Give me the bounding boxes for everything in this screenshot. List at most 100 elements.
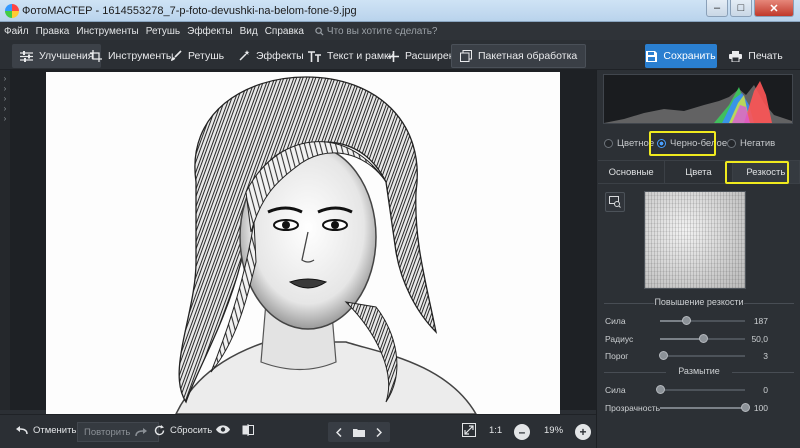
slider-fill bbox=[660, 407, 745, 409]
photo-preview bbox=[46, 72, 560, 414]
reset-icon bbox=[154, 425, 165, 436]
menu-tools[interactable]: Инструменты bbox=[76, 26, 138, 37]
fit-screen-icon bbox=[462, 423, 476, 437]
search-icon bbox=[315, 26, 324, 36]
slider-knob[interactable] bbox=[698, 334, 708, 343]
slider-label: Сила bbox=[605, 316, 626, 326]
slider-blur-opacity[interactable]: Прозрачность 100 bbox=[603, 401, 798, 415]
menu-help[interactable]: Справка bbox=[265, 26, 304, 37]
reset-label: Сбросить bbox=[170, 425, 213, 436]
print-button[interactable]: Печать bbox=[720, 44, 792, 68]
search-placeholder: Что вы хотите сделать? bbox=[326, 25, 438, 37]
window-controls: – □ ✕ bbox=[706, 0, 794, 17]
mode-color[interactable]: Цветное bbox=[604, 138, 654, 149]
divider bbox=[732, 372, 794, 373]
slider-label: Сила bbox=[605, 385, 626, 395]
compare-button[interactable] bbox=[242, 424, 259, 436]
compare-split-icon bbox=[242, 424, 254, 436]
save-button[interactable]: Сохранить bbox=[645, 44, 717, 68]
sharpen-title: Повышение резкости bbox=[654, 297, 744, 307]
brush-icon bbox=[171, 50, 182, 61]
slider-track[interactable] bbox=[660, 316, 745, 325]
zoom-in-button[interactable]: + bbox=[575, 424, 591, 440]
slider-knob[interactable] bbox=[658, 351, 668, 360]
blur-section-title: Размытие bbox=[600, 366, 798, 376]
eye-icon bbox=[216, 425, 230, 434]
slider-label: Прозрачность bbox=[605, 403, 661, 413]
chevron-left-icon bbox=[336, 427, 342, 437]
slider-track[interactable] bbox=[660, 403, 750, 412]
slider-track[interactable] bbox=[658, 351, 745, 360]
menu-edit[interactable]: Правка bbox=[36, 26, 70, 37]
printer-icon bbox=[729, 50, 743, 62]
floppy-disk-icon bbox=[646, 50, 658, 62]
radio-negative[interactable] bbox=[727, 139, 736, 148]
mode-negative[interactable]: Негатив bbox=[727, 138, 775, 149]
menu-view[interactable]: Вид bbox=[240, 26, 258, 37]
open-folder-button[interactable] bbox=[348, 422, 370, 442]
undo-button[interactable]: Отменить bbox=[16, 425, 76, 436]
sharpness-preview bbox=[644, 191, 746, 289]
menu-retouch[interactable]: Ретушь bbox=[146, 26, 180, 37]
slider-knob[interactable] bbox=[741, 403, 750, 412]
bottom-toolbar: Отменить Повторить Сбросить 1:1 – 19% + bbox=[0, 414, 596, 448]
slider-track[interactable] bbox=[660, 334, 745, 343]
magic-wand-icon bbox=[239, 50, 250, 61]
command-search[interactable]: Что вы хотите сделать? bbox=[315, 25, 438, 37]
slider-knob[interactable] bbox=[682, 316, 692, 325]
compare-toggle[interactable] bbox=[605, 192, 625, 212]
text-icon bbox=[308, 50, 321, 62]
slider-sharpen-threshold[interactable]: Порог 3 bbox=[603, 349, 798, 363]
menu-bar: Файл Правка Инструменты Ретушь Эффекты В… bbox=[0, 22, 800, 40]
undo-arrow-icon bbox=[16, 426, 28, 435]
next-image-button[interactable] bbox=[368, 422, 390, 442]
crop-icon bbox=[90, 50, 102, 62]
reset-button[interactable]: Сбросить bbox=[154, 425, 212, 436]
slider-knob[interactable] bbox=[656, 385, 665, 394]
radio-color[interactable] bbox=[604, 139, 613, 148]
slider-blur-strength[interactable]: Сила 0 bbox=[603, 383, 798, 397]
menu-effects[interactable]: Эффекты bbox=[187, 26, 232, 37]
slider-label: Порог bbox=[605, 351, 629, 361]
divider bbox=[744, 303, 794, 304]
app-logo-icon bbox=[5, 4, 19, 18]
sharpen-section-title: Повышение резкости bbox=[600, 297, 798, 307]
histogram bbox=[603, 74, 793, 124]
menu-file[interactable]: Файл bbox=[4, 26, 29, 37]
minimize-button[interactable]: – bbox=[706, 0, 728, 17]
divider bbox=[604, 372, 666, 373]
histogram-graph bbox=[604, 81, 792, 123]
fit-to-screen-button[interactable] bbox=[462, 423, 481, 437]
highlight-black-white bbox=[649, 131, 716, 156]
close-button[interactable]: ✕ bbox=[754, 0, 794, 17]
preview-toggle-button[interactable] bbox=[216, 425, 235, 434]
left-collapse-strip[interactable]: › › › › › bbox=[0, 70, 10, 410]
subtab-colors[interactable]: Цвета bbox=[665, 161, 733, 183]
folder-icon bbox=[353, 428, 365, 437]
slider-value: 0 bbox=[763, 385, 768, 395]
chevron-right-icon bbox=[376, 427, 382, 437]
subtab-basic[interactable]: Основные bbox=[598, 161, 666, 183]
slider-value: 3 bbox=[763, 351, 768, 361]
divider bbox=[604, 303, 654, 304]
redo-button[interactable]: Повторить bbox=[77, 422, 160, 442]
tab-effects-label: Эффекты bbox=[256, 50, 304, 62]
slider-value: 100 bbox=[753, 403, 768, 413]
previous-image-button[interactable] bbox=[328, 422, 350, 442]
slider-track[interactable] bbox=[656, 385, 745, 394]
sliders-icon bbox=[20, 50, 33, 62]
highlight-sharpness bbox=[725, 161, 789, 184]
tab-retouch[interactable]: Ретушь bbox=[162, 44, 232, 68]
print-label: Печать bbox=[748, 50, 783, 62]
preview-zoom-icon bbox=[609, 196, 621, 208]
maximize-button[interactable]: □ bbox=[730, 0, 752, 17]
zoom-out-button[interactable]: – bbox=[514, 424, 530, 440]
tab-batch-processing-label: Пакетная обработка bbox=[478, 50, 578, 62]
blur-title: Размытие bbox=[678, 366, 720, 376]
slider-sharpen-radius[interactable]: Радиус 50,0 bbox=[603, 332, 798, 346]
slider-sharpen-strength[interactable]: Сила 187 bbox=[603, 314, 798, 328]
window-title: ФотоМАСТЕР - 1614553278_7-p-foto-devushk… bbox=[22, 5, 357, 17]
redo-label: Повторить bbox=[84, 426, 131, 438]
zoom-actual-size-button[interactable]: 1:1 bbox=[489, 425, 502, 436]
tab-batch-processing[interactable]: Пакетная обработка bbox=[451, 44, 587, 68]
